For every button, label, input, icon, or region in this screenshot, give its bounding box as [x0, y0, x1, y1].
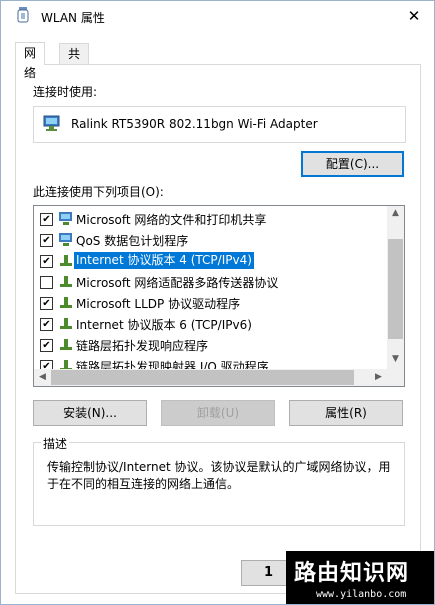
protocol-icon	[58, 274, 74, 289]
scroll-left-icon[interactable]: ◀	[34, 372, 51, 382]
watermark: 路由知识网 www.yilanbo.com	[286, 551, 434, 604]
item-checkbox[interactable]: ✔	[40, 255, 53, 268]
tab-sharing[interactable]: 共享	[59, 43, 90, 81]
network-client-icon	[58, 211, 74, 226]
install-button[interactable]: 安装(N)...	[33, 400, 147, 426]
item-label: Internet 协议版本 6 (TCP/IPv6)	[76, 318, 252, 332]
watermark-text: 路由知识网	[294, 561, 410, 586]
item-label: 链路层拓扑发现响应程序	[76, 339, 209, 353]
ok-button[interactable]: 1	[241, 560, 291, 586]
protocol-icon	[58, 295, 74, 310]
tab-network[interactable]: 网络	[15, 42, 46, 80]
adapter-name: Ralink RT5390R 802.11bgn Wi-Fi Adapter	[71, 117, 318, 131]
watermark-url: www.yilanbo.com	[316, 589, 407, 600]
scroll-thumb[interactable]	[388, 239, 403, 339]
uninstall-button[interactable]: 卸载(U)	[161, 400, 275, 426]
list-item[interactable]: ✔ Microsoft LLDP 协议驱动程序	[34, 292, 386, 313]
list-item[interactable]: Microsoft 网络适配器多路传送器协议	[34, 271, 386, 292]
adapter-box: Ralink RT5390R 802.11bgn Wi-Fi Adapter	[33, 106, 406, 143]
close-button[interactable]: ✕	[394, 1, 434, 31]
list-item[interactable]: ✔ 链路层拓扑发现响应程序	[34, 334, 386, 355]
scroll-right-icon[interactable]: ▶	[370, 372, 387, 382]
item-checkbox[interactable]: ✔	[40, 318, 53, 331]
scroll-corner	[387, 369, 404, 386]
protocol-icon	[58, 337, 74, 352]
item-label: Microsoft LLDP 协议驱动程序	[76, 297, 241, 311]
item-checkbox[interactable]: ✔	[40, 213, 53, 226]
wifi-adapter-icon	[16, 7, 30, 25]
item-label: Microsoft 网络适配器多路传送器协议	[76, 276, 279, 290]
properties-button[interactable]: 属性(R)	[289, 400, 403, 426]
scroll-down-icon[interactable]: ▼	[387, 354, 404, 364]
description-title: 描述	[41, 435, 70, 452]
title-bar[interactable]: WLAN 属性 ✕	[1, 1, 434, 31]
item-checkbox[interactable]: ✔	[40, 339, 53, 352]
item-label: QoS 数据包计划程序	[76, 234, 189, 248]
vertical-scrollbar[interactable]: ▲ ▼	[387, 206, 404, 369]
close-icon: ✕	[407, 7, 421, 25]
items-label: 此连接使用下列项目(O):	[33, 185, 164, 199]
items-list[interactable]: ✔ Microsoft 网络的文件和打印机共享 ✔ QoS 数据包计划程序 ✔ …	[33, 205, 405, 387]
description-text: 传输控制协议/Internet 协议。该协议是默认的广域网络协议，用于在不同的相…	[47, 460, 391, 491]
properties-window: WLAN 属性 ✕ 网络 共享 连接时使用: Ralink RT5390R 80…	[0, 0, 435, 605]
scroll-thumb[interactable]	[51, 370, 354, 385]
protocol-icon	[58, 253, 74, 268]
configure-button[interactable]: 配置(C)...	[301, 151, 404, 177]
horizontal-scrollbar[interactable]: ◀ ▶	[34, 369, 387, 386]
connect-using-label: 连接时使用:	[33, 85, 98, 99]
item-checkbox[interactable]: ✔	[40, 234, 53, 247]
list-item[interactable]: ✔ Microsoft 网络的文件和打印机共享	[34, 208, 386, 229]
list-item[interactable]: ✔ Internet 协议版本 6 (TCP/IPv6)	[34, 313, 386, 334]
window-title: WLAN 属性	[41, 11, 105, 25]
scroll-up-icon[interactable]: ▲	[387, 208, 404, 218]
network-adapter-icon	[43, 115, 61, 134]
item-label: Internet 协议版本 4 (TCP/IPv4)	[74, 252, 254, 269]
network-client-icon	[58, 232, 74, 247]
item-checkbox[interactable]: ✔	[40, 297, 53, 310]
list-item[interactable]: ✔ Internet 协议版本 4 (TCP/IPv4)	[34, 250, 386, 271]
item-checkbox[interactable]	[40, 276, 53, 289]
list-item[interactable]: ✔ QoS 数据包计划程序	[34, 229, 386, 250]
item-label: Microsoft 网络的文件和打印机共享	[76, 213, 267, 227]
protocol-icon	[58, 316, 74, 331]
